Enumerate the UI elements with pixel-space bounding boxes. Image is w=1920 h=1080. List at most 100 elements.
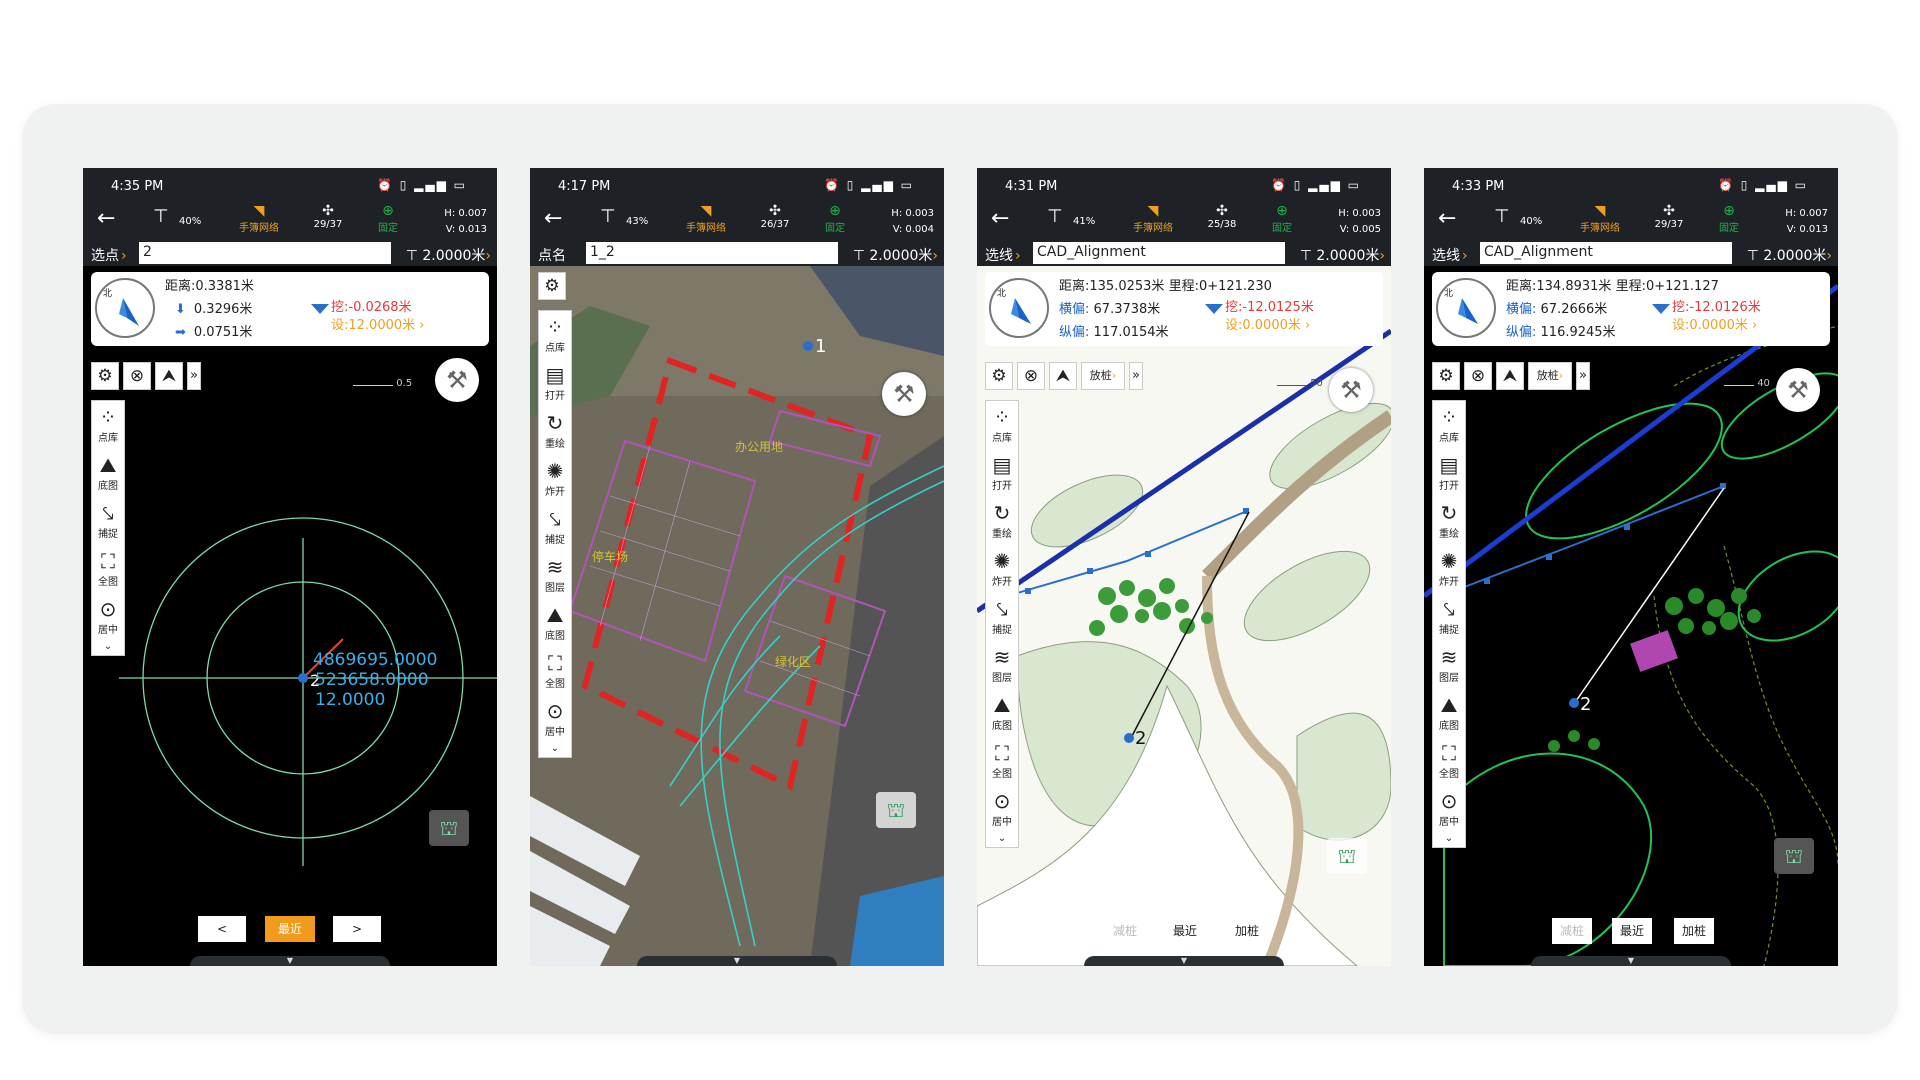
sidebar-item-snap[interactable]: ⤥ 捕捉 bbox=[539, 503, 571, 551]
current-position-marker[interactable] bbox=[1569, 698, 1579, 708]
back-arrow-icon[interactable]: ← bbox=[544, 206, 562, 231]
expand-toolbar-icon[interactable]: » bbox=[1129, 362, 1143, 390]
previous-point-button[interactable]: < bbox=[198, 916, 246, 942]
point-name-field[interactable]: 2 bbox=[139, 242, 391, 264]
close-circle-icon[interactable]: ⊗ bbox=[1464, 362, 1492, 390]
add-stake-button[interactable]: 加桩 bbox=[1674, 918, 1714, 944]
stake-button[interactable]: 放桩› bbox=[1528, 362, 1572, 390]
sidebar-item-explode[interactable]: ✺ 炸开 bbox=[986, 545, 1018, 593]
satellite-status[interactable]: ✣ 26/37 bbox=[750, 203, 800, 230]
sidebar-item-basemap[interactable]: ⛰ 底图 bbox=[986, 689, 1018, 737]
pole-height-button[interactable]: ⊤ 2.0000米› bbox=[1300, 245, 1385, 265]
sidebar-item-redraw[interactable]: ↻ 重绘 bbox=[986, 497, 1018, 545]
select-point-button[interactable]: 选点 › bbox=[91, 245, 127, 265]
sidebar-item-full-view[interactable]: ⛶ 全图 bbox=[92, 545, 124, 593]
remove-stake-button[interactable]: 减桩 bbox=[1105, 918, 1145, 944]
surveyor-pole-icon[interactable]: ⚒ bbox=[1329, 368, 1373, 412]
close-circle-icon[interactable]: ⊗ bbox=[123, 362, 151, 390]
network-status[interactable]: ◥ 手簿网络 bbox=[676, 203, 736, 234]
select-line-button[interactable]: 选线 › bbox=[1432, 245, 1468, 265]
network-status[interactable]: ◥ 手簿网络 bbox=[1123, 203, 1183, 234]
satellite-status[interactable]: ✣ 29/37 bbox=[303, 203, 353, 230]
close-circle-icon[interactable]: ⊗ bbox=[1017, 362, 1045, 390]
add-stake-button[interactable]: 加桩 bbox=[1227, 918, 1267, 944]
line-name-field[interactable]: CAD_Alignment bbox=[1480, 242, 1732, 264]
sidebar-item-open[interactable]: ▤ 打开 bbox=[539, 359, 571, 407]
pole-height-button[interactable]: ⊤ 2.0000米› bbox=[406, 245, 491, 265]
sidebar-item-explode[interactable]: ✺ 炸开 bbox=[1433, 545, 1465, 593]
expand-toolbar-icon[interactable]: » bbox=[187, 362, 201, 390]
sidebar-item-open[interactable]: ▤ 打开 bbox=[986, 449, 1018, 497]
current-position-marker[interactable] bbox=[1124, 733, 1134, 743]
surveyor-pole-icon[interactable]: ⚒ bbox=[435, 358, 479, 402]
pole-height-button[interactable]: ⊤ 2.0000米› bbox=[1747, 245, 1832, 265]
gear-icon[interactable]: ⚙ bbox=[1432, 362, 1460, 390]
sidebar-collapse[interactable]: ⌄ bbox=[1433, 833, 1465, 847]
sidebar-item-basemap[interactable]: ⛰ 底图 bbox=[539, 599, 571, 647]
line-name-field[interactable]: CAD_Alignment bbox=[1033, 242, 1285, 264]
design-height-button[interactable]: 设:0.0000米 › bbox=[1672, 314, 1757, 333]
remove-stake-button[interactable]: 减桩 bbox=[1552, 918, 1592, 944]
next-point-button[interactable]: > bbox=[333, 916, 381, 942]
gear-icon[interactable]: ⚙ bbox=[985, 362, 1013, 390]
network-status[interactable]: ◥ 手簿网络 bbox=[1570, 203, 1630, 234]
sidebar-item-center[interactable]: ⊙ 居中 bbox=[92, 593, 124, 641]
sidebar-item-snap[interactable]: ⤥ 捕捉 bbox=[92, 497, 124, 545]
fix-status[interactable]: ⊕ 固定 bbox=[810, 203, 860, 234]
measure-mode-button[interactable]: ⛫ bbox=[1327, 838, 1367, 874]
target-point-marker[interactable] bbox=[803, 341, 813, 351]
navigation-arrow-icon[interactable]: ⮝ bbox=[1496, 362, 1524, 390]
measure-mode-button[interactable]: ⛫ bbox=[429, 810, 469, 846]
surveyor-pole-icon[interactable]: ⚒ bbox=[1776, 368, 1820, 412]
sidebar-collapse[interactable]: ⌄ bbox=[92, 641, 124, 655]
sidebar-item-layers[interactable]: ≋ 图层 bbox=[1433, 641, 1465, 689]
pole-height-button[interactable]: ⊤ 2.0000米› bbox=[853, 245, 938, 265]
sidebar-item-center[interactable]: ⊙ 居中 bbox=[986, 785, 1018, 833]
sidebar-item-explode[interactable]: ✺ 炸开 bbox=[539, 455, 571, 503]
design-height-button[interactable]: 设:0.0000米 › bbox=[1225, 314, 1310, 333]
satellite-status[interactable]: ✣ 29/37 bbox=[1644, 203, 1694, 230]
bottom-drawer-handle[interactable]: ▼ bbox=[1084, 956, 1284, 966]
sidebar-item-full-view[interactable]: ⛶ 全图 bbox=[986, 737, 1018, 785]
gear-icon[interactable]: ⚙ bbox=[91, 362, 119, 390]
sidebar-item-point-library[interactable]: ⁘ 点库 bbox=[539, 311, 571, 359]
sidebar-item-center[interactable]: ⊙ 居中 bbox=[1433, 785, 1465, 833]
satellite-status[interactable]: ✣ 25/38 bbox=[1197, 203, 1247, 230]
measure-mode-button[interactable]: ⛫ bbox=[876, 792, 916, 828]
back-arrow-icon[interactable]: ← bbox=[991, 206, 1009, 231]
sidebar-item-point-library[interactable]: ⁘ 点库 bbox=[986, 401, 1018, 449]
navigation-arrow-icon[interactable]: ⮝ bbox=[155, 362, 183, 390]
stake-button[interactable]: 放桩› bbox=[1081, 362, 1125, 390]
sidebar-item-snap[interactable]: ⤥ 捕捉 bbox=[986, 593, 1018, 641]
sidebar-collapse[interactable]: ⌄ bbox=[986, 833, 1018, 847]
sidebar-item-redraw[interactable]: ↻ 重绘 bbox=[539, 407, 571, 455]
sidebar-collapse[interactable]: ⌄ bbox=[539, 743, 571, 757]
sidebar-item-point-library[interactable]: ⁘ 点库 bbox=[1433, 401, 1465, 449]
target-point-marker[interactable] bbox=[298, 673, 308, 683]
fix-status[interactable]: ⊕ 固定 bbox=[1704, 203, 1754, 234]
sidebar-item-point-library[interactable]: ⁘ 点库 bbox=[92, 401, 124, 449]
select-line-button[interactable]: 选线 › bbox=[985, 245, 1021, 265]
sidebar-item-snap[interactable]: ⤥ 捕捉 bbox=[1433, 593, 1465, 641]
sidebar-item-full-view[interactable]: ⛶ 全图 bbox=[1433, 737, 1465, 785]
sidebar-item-redraw[interactable]: ↻ 重绘 bbox=[1433, 497, 1465, 545]
sidebar-item-basemap[interactable]: ⛰ 底图 bbox=[1433, 689, 1465, 737]
bottom-drawer-handle[interactable]: ▼ bbox=[637, 956, 837, 966]
design-height-button[interactable]: 设:12.0000米 › bbox=[331, 314, 424, 333]
sidebar-item-layers[interactable]: ≋ 图层 bbox=[539, 551, 571, 599]
sidebar-item-open[interactable]: ▤ 打开 bbox=[1433, 449, 1465, 497]
expand-toolbar-icon[interactable]: » bbox=[1576, 362, 1590, 390]
back-arrow-icon[interactable]: ← bbox=[1438, 206, 1456, 231]
sidebar-item-layers[interactable]: ≋ 图层 bbox=[986, 641, 1018, 689]
fix-status[interactable]: ⊕ 固定 bbox=[1257, 203, 1307, 234]
navigation-arrow-icon[interactable]: ⮝ bbox=[1049, 362, 1077, 390]
sidebar-item-full-view[interactable]: ⛶ 全图 bbox=[539, 647, 571, 695]
sidebar-item-center[interactable]: ⊙ 居中 bbox=[539, 695, 571, 743]
nearest-stake-button[interactable]: 最近 bbox=[1612, 918, 1652, 944]
measure-mode-button[interactable]: ⛫ bbox=[1774, 838, 1814, 874]
network-status[interactable]: ◥ 手簿网络 bbox=[229, 203, 289, 234]
bottom-drawer-handle[interactable]: ▼ bbox=[190, 956, 390, 966]
fix-status[interactable]: ⊕ 固定 bbox=[363, 203, 413, 234]
gear-icon[interactable]: ⚙ bbox=[538, 272, 566, 300]
satellite-imagery-map[interactable]: 办公用地 停车场 绿化区 1 bbox=[530, 266, 944, 966]
